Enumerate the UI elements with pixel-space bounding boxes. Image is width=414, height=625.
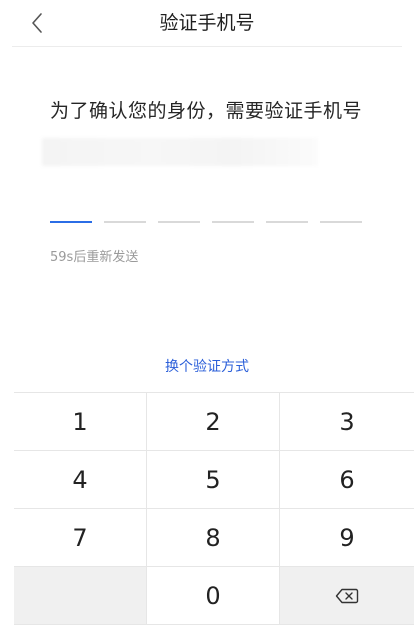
nav-bar: 验证手机号	[0, 0, 414, 46]
verify-prompt: 为了确认您的身份，需要验证手机号	[50, 100, 363, 122]
key-6[interactable]: 6	[280, 451, 414, 509]
verification-code-input[interactable]	[50, 200, 366, 224]
code-slot	[104, 221, 146, 223]
key-7[interactable]: 7	[14, 509, 147, 567]
backspace-icon	[335, 588, 359, 603]
code-slot	[50, 221, 92, 223]
numeric-keypad: 1 2 3 4 5 6 7 8 9 0	[14, 392, 414, 625]
key-4[interactable]: 4	[14, 451, 147, 509]
resend-countdown: 59s后重新发送	[50, 250, 139, 265]
switch-method-link[interactable]: 换个验证方式	[0, 356, 414, 376]
key-3[interactable]: 3	[280, 393, 414, 451]
page-title: 验证手机号	[159, 12, 255, 34]
code-slot	[158, 221, 200, 223]
nav-divider	[12, 46, 402, 47]
key-8[interactable]: 8	[147, 509, 280, 567]
key-5[interactable]: 5	[147, 451, 280, 509]
code-slot	[266, 221, 308, 223]
key-0[interactable]: 0	[147, 567, 280, 625]
code-slot	[212, 221, 254, 223]
key-9[interactable]: 9	[280, 509, 414, 567]
key-blank	[14, 567, 147, 625]
masked-phone-number	[42, 138, 318, 166]
code-slot	[320, 221, 362, 223]
key-2[interactable]: 2	[147, 393, 280, 451]
key-1[interactable]: 1	[14, 393, 147, 451]
backspace-key[interactable]	[280, 567, 414, 625]
